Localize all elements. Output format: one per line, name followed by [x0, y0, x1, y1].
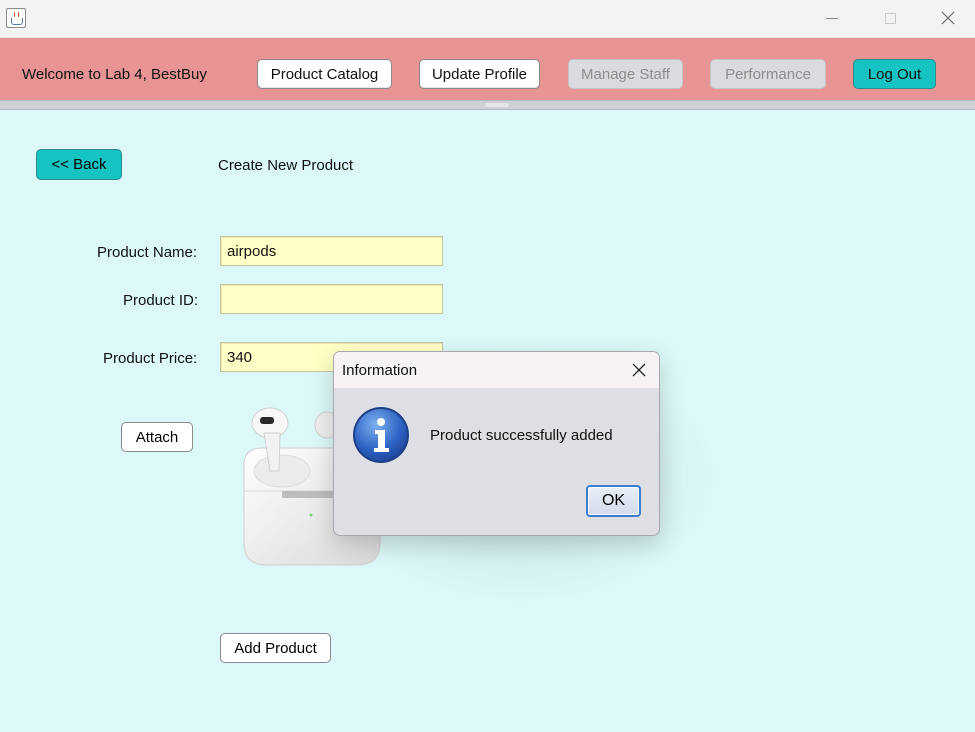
header-bar: Welcome to Lab 4, BestBuy Product Catalo…: [0, 38, 975, 100]
minimize-button[interactable]: [803, 0, 861, 36]
dialog-message: Product successfully added: [430, 427, 613, 444]
product-price-label: Product Price:: [103, 350, 198, 367]
product-id-label: Product ID:: [123, 292, 199, 309]
maximize-icon: [884, 12, 896, 24]
log-out-button[interactable]: Log Out: [853, 59, 936, 89]
dialog-titlebar: Information: [334, 352, 659, 389]
java-cup-icon: [6, 8, 26, 28]
divider-grip[interactable]: [485, 103, 509, 107]
window-titlebar: [0, 0, 975, 38]
product-catalog-button[interactable]: Product Catalog: [257, 59, 392, 89]
update-profile-button[interactable]: Update Profile: [419, 59, 540, 89]
close-icon[interactable]: [631, 362, 647, 378]
product-name-label: Product Name:: [97, 244, 198, 261]
information-dialog: Information Product successfully added O…: [333, 351, 660, 536]
page-title: Create New Product: [218, 157, 354, 174]
split-pane-divider[interactable]: [0, 100, 975, 110]
welcome-text: Welcome to Lab 4, BestBuy: [22, 66, 207, 83]
ok-button[interactable]: OK: [586, 485, 641, 517]
window-close-button[interactable]: [919, 0, 975, 36]
close-icon: [941, 11, 955, 25]
dialog-title: Information: [342, 362, 418, 379]
maximize-button[interactable]: [861, 0, 919, 36]
minimize-icon: [826, 17, 838, 19]
back-button[interactable]: << Back: [36, 149, 122, 180]
info-icon: [353, 407, 409, 463]
product-name-field[interactable]: airpods: [220, 236, 443, 266]
performance-button[interactable]: Performance: [710, 59, 826, 89]
add-product-button[interactable]: Add Product: [220, 633, 331, 663]
attach-button[interactable]: Attach: [121, 422, 193, 452]
manage-staff-button[interactable]: Manage Staff: [568, 59, 683, 89]
product-id-field[interactable]: [220, 284, 443, 314]
